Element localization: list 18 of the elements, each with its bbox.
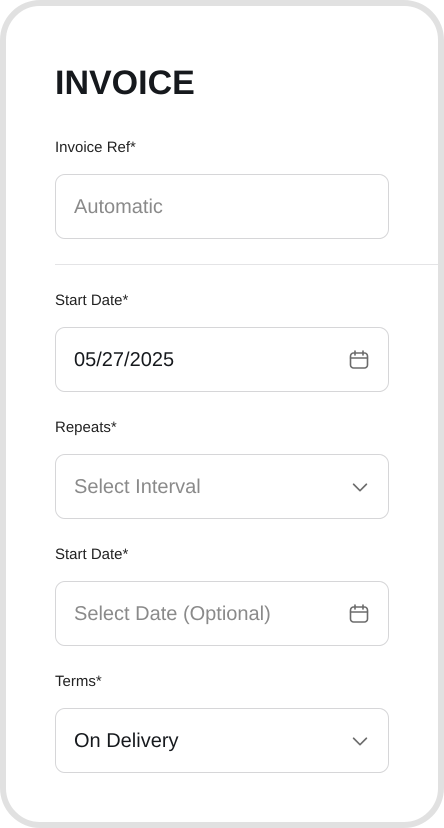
date-field[interactable]: 05/27/2025 (55, 327, 389, 392)
field-label: Invoice Ref* (55, 138, 137, 158)
calendar-icon (347, 602, 371, 626)
input-field[interactable]: Automatic (55, 174, 389, 239)
field-value: 05/27/2025 (74, 348, 174, 372)
field-placeholder: Select Date (Optional) (74, 602, 271, 626)
select-field[interactable]: Select Interval (55, 454, 389, 519)
field-placeholder: Automatic (74, 194, 163, 220)
field-placeholder: Select Interval (74, 474, 201, 500)
form-title: INVOICE (55, 63, 196, 103)
field-value: On Delivery (74, 728, 178, 754)
field-label: Repeats* (55, 418, 118, 438)
field-label: Start Date* (55, 545, 130, 565)
field-label: Start Date* (55, 291, 130, 311)
calendar-icon (347, 348, 371, 372)
date-field[interactable]: Select Date (Optional) (55, 581, 389, 646)
select-field[interactable]: On Delivery (55, 708, 389, 773)
field-label: Terms* (55, 672, 103, 692)
